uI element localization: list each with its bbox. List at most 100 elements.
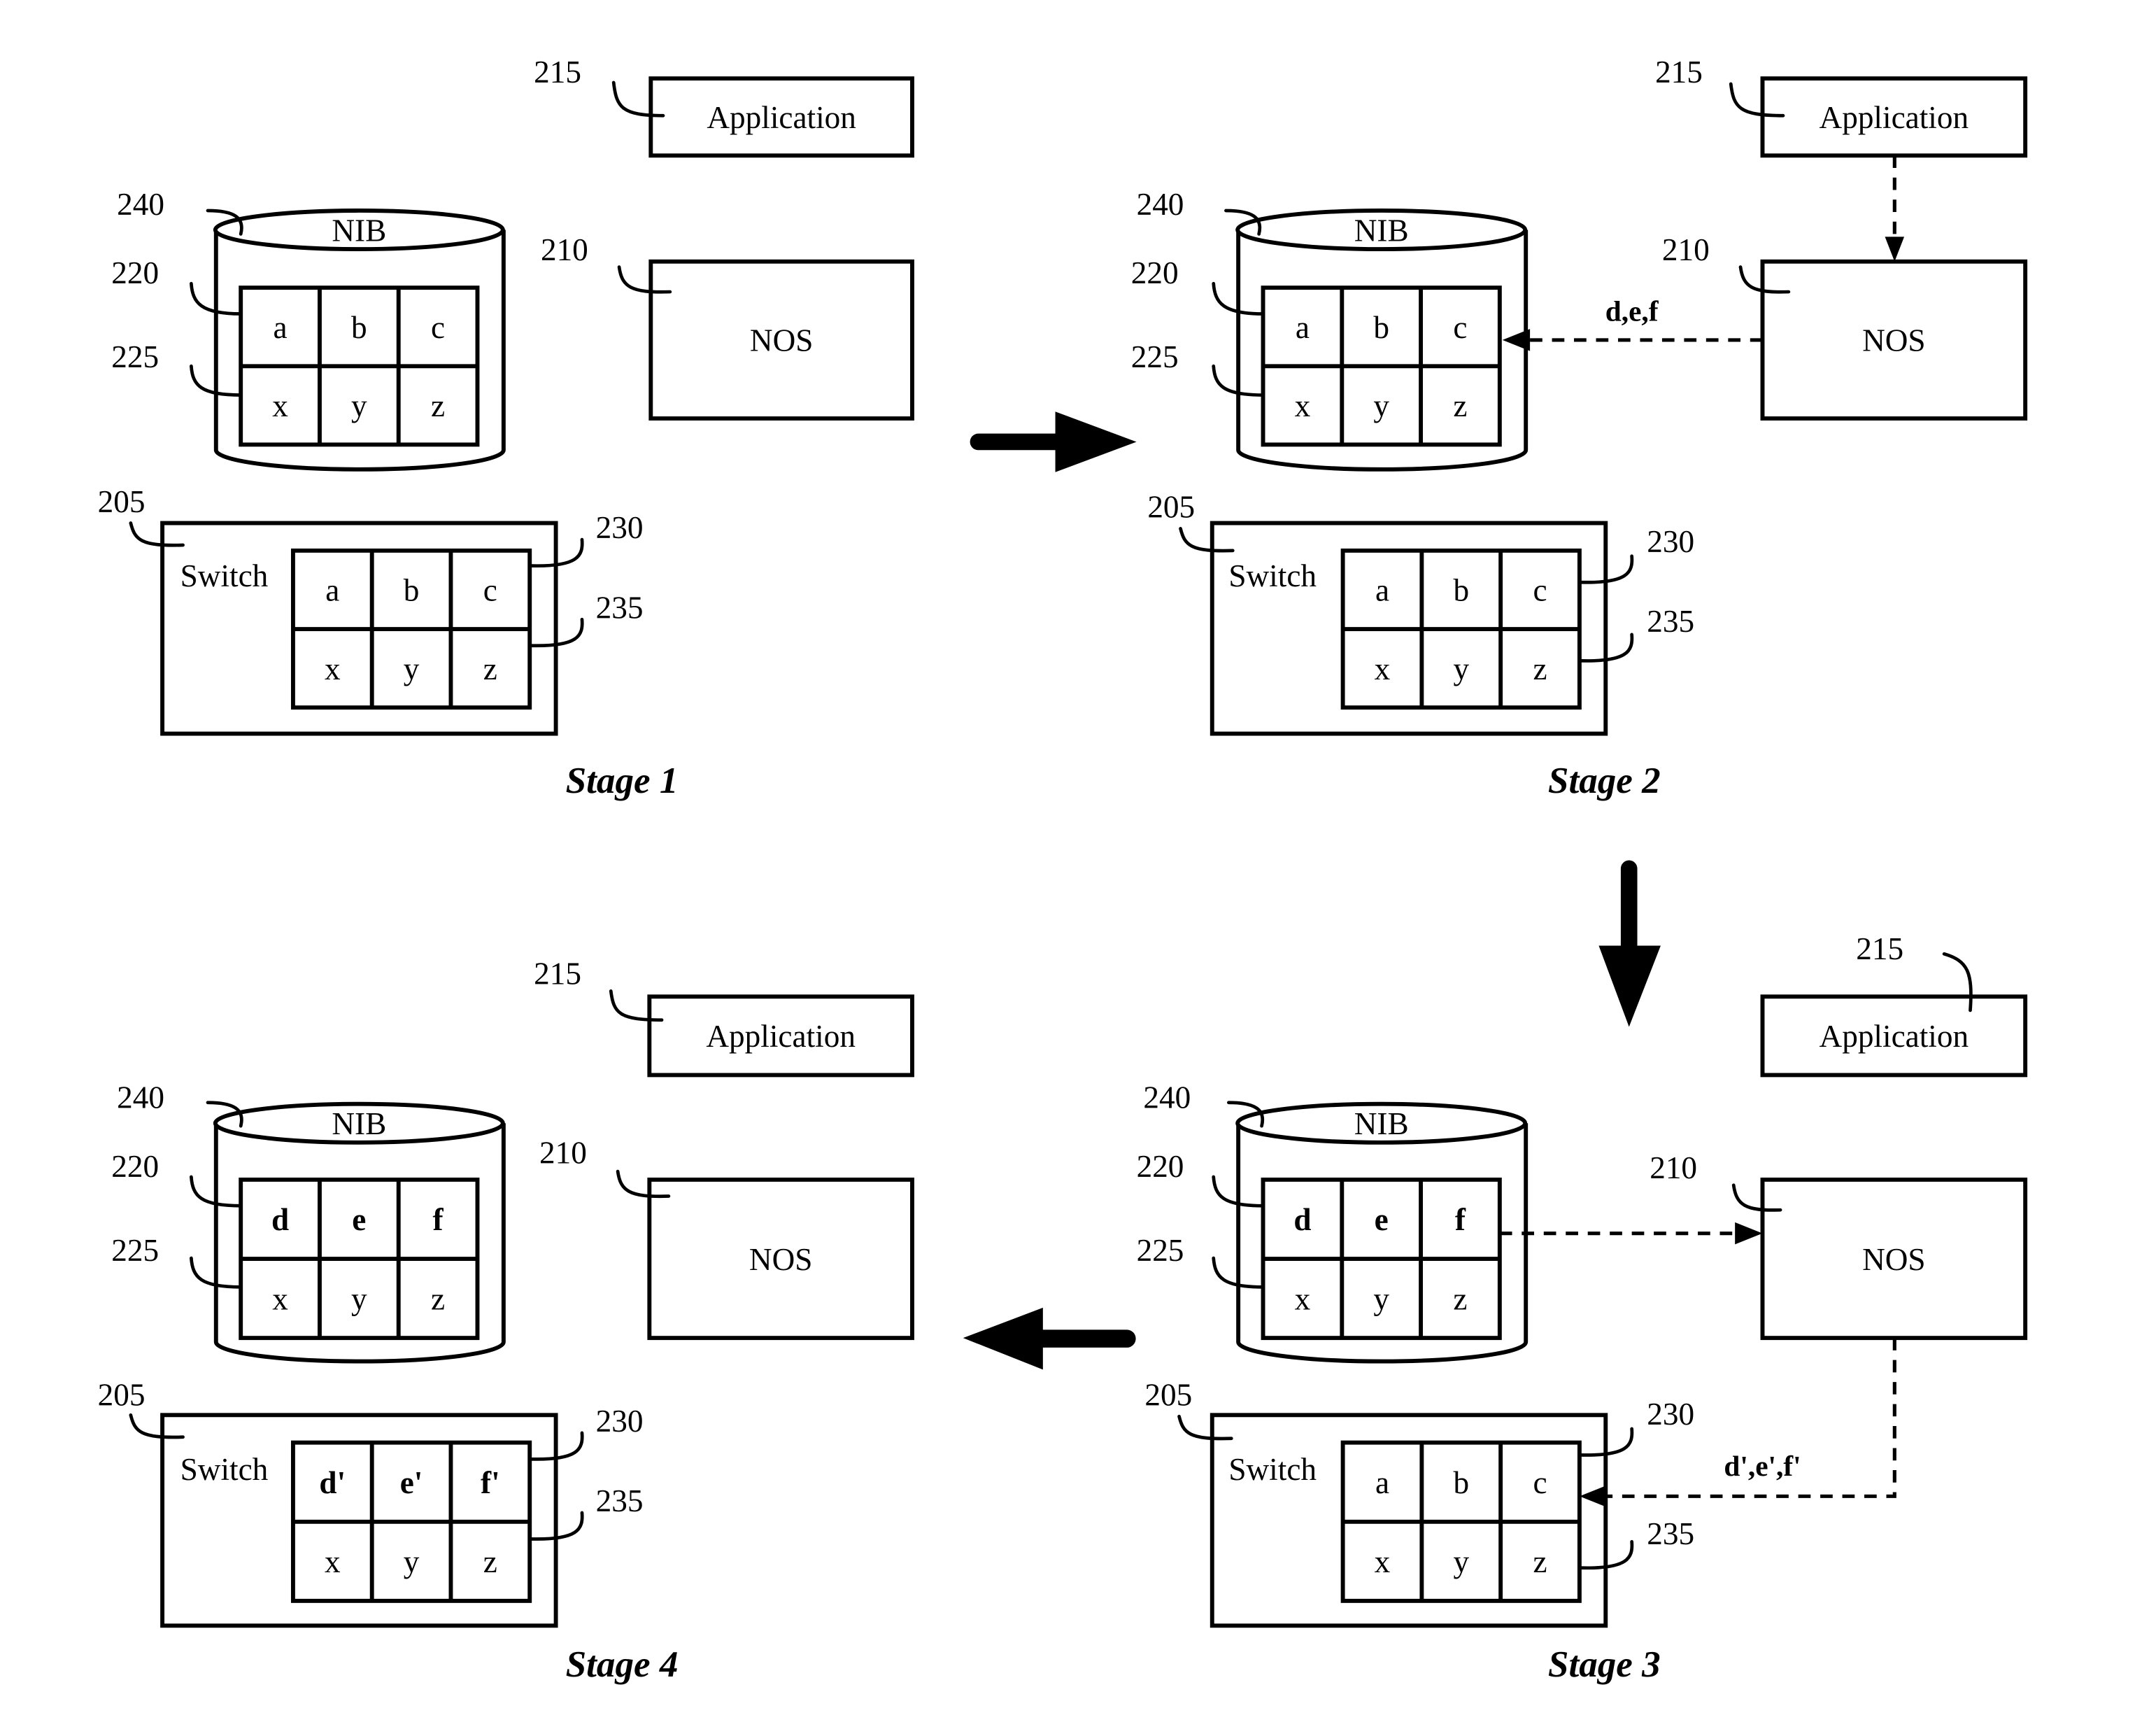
nib-database: NIB 240 d e f x y z 220 225	[1137, 1080, 1529, 1364]
nib-label: NIB	[332, 1106, 386, 1141]
switch-table: a b c x y z	[290, 548, 532, 710]
application-ref-number: 215	[534, 55, 581, 90]
table-cell: f	[433, 1202, 444, 1237]
table-cell: y	[1373, 1281, 1389, 1316]
switch-table: d' e' f' x y z	[290, 1440, 532, 1603]
switch-row-ref-number: 235	[1647, 1516, 1694, 1551]
table-cell: e'	[400, 1465, 423, 1500]
table-cell: b	[404, 573, 420, 608]
table-cell: b	[1453, 1465, 1469, 1500]
switch-label: Switch	[1228, 558, 1317, 593]
table-cell: c	[1533, 573, 1547, 608]
table-cell: d'	[319, 1465, 346, 1500]
table-cell: c	[483, 573, 497, 608]
table-cell: a	[325, 573, 339, 608]
switch-row-ref-number: 230	[596, 1404, 644, 1439]
nib-database: NIB 240 a b c x y z 220 225	[1131, 187, 1529, 472]
arrow-down-icon	[1598, 860, 1661, 1027]
switch-label: Switch	[1228, 1452, 1317, 1487]
switch-table: a b c x y z	[1340, 548, 1582, 710]
nib-database: NIB 240 d e f x y z 220 225	[111, 1080, 506, 1364]
application-node: Application 215	[534, 957, 914, 1078]
table-cell: e	[352, 1202, 366, 1237]
nib-row-ref-number: 220	[111, 1149, 159, 1184]
table-cell: z	[483, 1544, 497, 1579]
application-node: Application 215	[534, 55, 914, 158]
nib-row-ref-number: 220	[1131, 255, 1179, 290]
application-label: Application	[1820, 1019, 1969, 1054]
stage-2: Application 215 NOS 210 NIB 240 a b c x y z 220 225 Sw…	[1131, 55, 2028, 801]
table-cell: x	[1295, 1281, 1311, 1316]
switch-ref-number: 205	[1147, 490, 1195, 525]
switch-row-ref-number: 235	[596, 590, 644, 625]
arrow-left-icon	[963, 1307, 1136, 1370]
table-cell: z	[1453, 388, 1467, 423]
application-ref-number: 215	[1856, 931, 1903, 966]
stage-title: Stage 2	[1548, 761, 1661, 801]
nos-node: NOS 210	[1650, 1150, 2028, 1341]
switch-ref-number: 205	[1144, 1378, 1192, 1413]
nib-ref-number: 240	[1143, 1080, 1191, 1115]
nos-ref-number: 210	[539, 1135, 587, 1170]
table-cell: y	[351, 1281, 367, 1316]
nos-node: NOS 210	[539, 1135, 914, 1341]
nos-node: NOS 210	[541, 232, 914, 421]
nib-ref-number: 240	[1137, 187, 1184, 222]
table-cell: a	[1375, 1465, 1389, 1500]
stage-diagram: Application 215 NOS 210 NIB 240 a b c x y z 220 225 Sw…	[98, 55, 2028, 1685]
nib-table: d e f x y z	[239, 1177, 480, 1341]
nib-table: a b c x y z	[1261, 285, 1502, 447]
switch-label: Switch	[180, 558, 269, 593]
table-cell: f'	[481, 1465, 500, 1500]
table-cell: e	[1375, 1202, 1389, 1237]
switch-ref-number: 205	[98, 484, 146, 519]
flow-nib-to-nos	[1499, 1222, 1763, 1245]
nos-node: NOS 210	[1662, 232, 2028, 421]
nos-label: NOS	[750, 323, 813, 358]
table-cell: d	[271, 1202, 289, 1237]
table-cell: x	[1375, 651, 1391, 686]
switch-ref-number: 205	[98, 1378, 146, 1413]
arrowhead-icon	[1885, 237, 1905, 262]
table-cell: a	[274, 310, 288, 345]
nib-row-ref-number: 225	[111, 1233, 159, 1268]
flow-nos-to-switch: d',e',f'	[1579, 1338, 1896, 1508]
table-cell: a	[1375, 573, 1389, 608]
table-cell: b	[351, 310, 367, 345]
switch-row-ref-number: 235	[1647, 604, 1694, 639]
table-cell: y	[1373, 388, 1389, 423]
nos-ref-number: 210	[1662, 232, 1710, 267]
nib-label: NIB	[1354, 213, 1409, 248]
table-cell: z	[431, 1281, 445, 1316]
table-cell: y	[404, 651, 420, 686]
table-cell: a	[1296, 310, 1310, 345]
table-cell: x	[1375, 1544, 1391, 1579]
table-cell: c	[431, 310, 445, 345]
table-cell: x	[272, 388, 288, 423]
nib-row-ref-number: 220	[111, 255, 159, 290]
table-cell: x	[325, 1544, 341, 1579]
flow-label: d',e',f'	[1724, 1450, 1801, 1482]
table-cell: z	[1533, 651, 1547, 686]
table-cell: b	[1453, 573, 1469, 608]
table-cell: y	[1453, 651, 1469, 686]
flow-nos-to-nib: d,e,f	[1502, 295, 1763, 351]
nos-ref-number: 210	[1650, 1150, 1697, 1185]
arrowhead-icon	[1735, 1222, 1763, 1245]
switch-node: Switch 205 d' e' f' x y z 230 235	[98, 1378, 644, 1628]
switch-node: Switch 205 a b c x y z 230 235	[1147, 490, 1694, 736]
table-cell: y	[351, 388, 367, 423]
application-ref-number: 215	[1655, 55, 1703, 90]
table-cell: d	[1293, 1202, 1311, 1237]
arrow-right-icon	[970, 411, 1137, 472]
stage-1: Application 215 NOS 210 NIB 240 a b c x y z 220 225 Sw…	[98, 55, 914, 801]
application-ref-number: 215	[534, 957, 581, 991]
nos-label: NOS	[749, 1242, 812, 1277]
table-cell: x	[1295, 388, 1311, 423]
table-cell: y	[1453, 1544, 1469, 1579]
stages-layer: Application 215 NOS 210 NIB 240 a b c x y z 220 225 Sw…	[98, 55, 2028, 1685]
table-cell: z	[483, 651, 497, 686]
nos-label: NOS	[1862, 1242, 1925, 1277]
switch-table: a b c x y z	[1340, 1440, 1582, 1603]
switch-row-ref-number: 230	[1647, 1397, 1694, 1432]
